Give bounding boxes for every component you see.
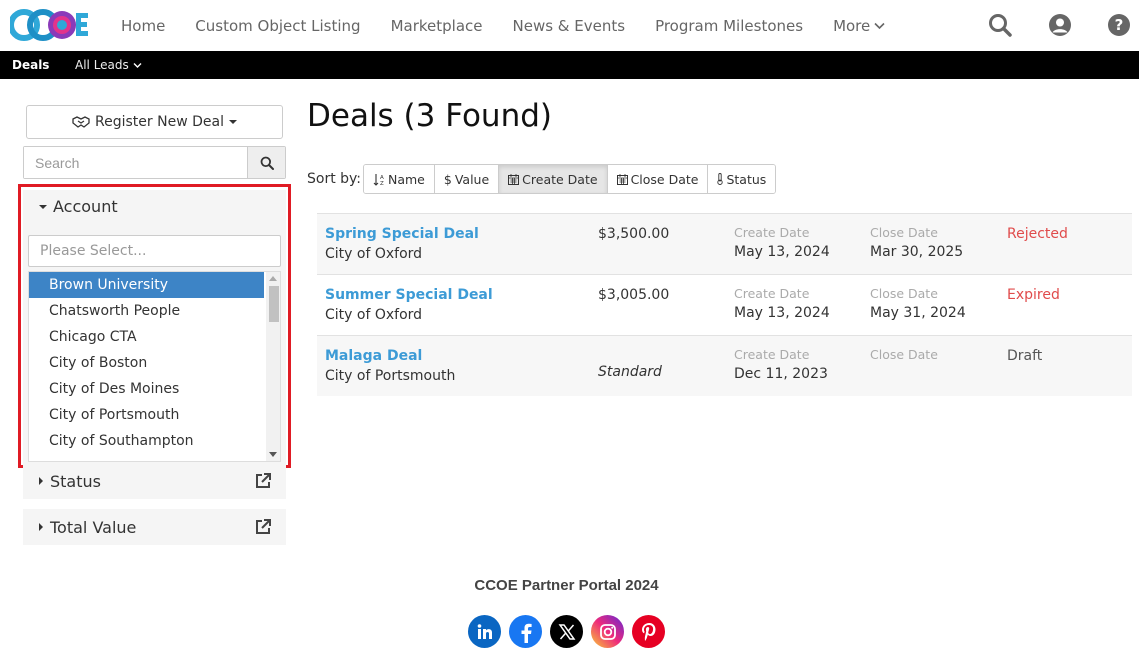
thermometer-icon [717, 173, 724, 185]
subnav-all-leads-label: All Leads [75, 58, 129, 72]
sort-name-button[interactable]: AZ Name [364, 165, 435, 193]
register-new-deal-button[interactable]: Register New Deal [26, 105, 283, 139]
subnav-all-leads[interactable]: All Leads [75, 51, 142, 79]
deal-account: City of Oxford [325, 246, 423, 262]
deal-value: $3,500.00 [598, 226, 670, 242]
sort-value-button[interactable]: $ Value [434, 165, 500, 193]
sort-status-button[interactable]: Status [708, 165, 776, 193]
close-date-label: Close Date [870, 286, 938, 301]
caret-right-icon [39, 523, 43, 531]
calendar-icon [508, 173, 520, 185]
chevron-down-icon [133, 63, 142, 68]
deal-name-link[interactable]: Summer Special Deal [325, 287, 493, 303]
nav-more-label: More [833, 16, 871, 35]
footer-copyright: CCOE Partner Portal 2024 [474, 577, 659, 594]
create-date-value: May 13, 2024 [734, 244, 830, 260]
nav-news-events[interactable]: News & Events [513, 17, 626, 35]
deal-value: $3,005.00 [598, 287, 670, 303]
sort-status-label: Status [726, 171, 767, 187]
subnav-deals[interactable]: Deals [12, 51, 49, 79]
create-date-label: Create Date [734, 225, 810, 240]
deal-tier: Standard [598, 364, 662, 380]
create-date-label: Create Date [734, 286, 810, 301]
deal-status: Expired [1007, 287, 1060, 303]
calendar-icon [616, 173, 628, 185]
sub-navbar: Deals All Leads [0, 51, 1139, 79]
search-button[interactable] [247, 147, 285, 178]
create-date-value: May 13, 2024 [734, 305, 830, 321]
nav-home[interactable]: Home [121, 17, 165, 35]
caret-down-icon [228, 120, 237, 124]
dollar-icon: $ [443, 171, 452, 187]
sort-name-label: Name [388, 171, 425, 187]
sort-button-group: AZ Name $ Value Create Date Close Date S… [363, 164, 777, 194]
deals-list: Spring Special Deal City of Oxford $3,50… [317, 213, 1132, 396]
highlight-annotation-box [18, 184, 291, 468]
sidebar-search [23, 146, 286, 179]
status-filter-label: Status [50, 471, 101, 491]
close-date-value: Mar 30, 2025 [870, 244, 964, 260]
deal-name-link[interactable]: Spring Special Deal [325, 226, 479, 242]
close-date-label: Close Date [870, 347, 938, 362]
register-new-deal-label: Register New Deal [95, 114, 224, 130]
sort-close-date-label: Close Date [630, 171, 699, 187]
status-filter-panel[interactable]: Status [23, 463, 286, 499]
svg-text:Z: Z [380, 181, 384, 186]
create-date-value: Dec 11, 2023 [734, 366, 828, 382]
deal-row[interactable]: Spring Special Deal City of Oxford $3,50… [317, 213, 1132, 274]
ccoe-logo[interactable] [8, 4, 90, 46]
sort-by-label: Sort by: [307, 171, 362, 187]
nav-more-dropdown[interactable]: More [833, 17, 885, 35]
help-icon[interactable]: ? [1107, 13, 1131, 37]
svg-text:?: ? [1115, 16, 1124, 34]
facebook-icon[interactable] [509, 615, 542, 648]
linkedin-icon[interactable] [468, 615, 501, 648]
search-icon [260, 156, 274, 170]
pinterest-icon[interactable] [632, 615, 665, 648]
deal-row[interactable]: Malaga Deal City of Portsmouth Standard … [317, 335, 1132, 396]
external-link-icon[interactable] [254, 518, 272, 536]
nav-marketplace[interactable]: Marketplace [391, 17, 483, 35]
sort-create-date-label: Create Date [522, 171, 598, 187]
top-navbar: Home Custom Object Listing Marketplace N… [0, 0, 1139, 51]
total-value-filter-panel[interactable]: Total Value [23, 509, 286, 545]
handshake-icon [72, 116, 90, 128]
page-title: Deals (3 Found) [307, 98, 552, 134]
close-date-value: May 31, 2024 [870, 305, 966, 321]
total-value-filter-label: Total Value [50, 517, 137, 537]
chevron-down-icon [874, 22, 885, 29]
sort-alpha-icon: AZ [373, 173, 384, 186]
sort-value-label: Value [454, 171, 490, 187]
caret-right-icon [39, 477, 43, 485]
search-icon[interactable] [988, 13, 1012, 37]
instagram-icon[interactable] [591, 615, 624, 648]
search-input[interactable] [24, 147, 247, 178]
nav-custom-object-listing[interactable]: Custom Object Listing [195, 17, 360, 35]
user-account-icon[interactable] [1048, 13, 1072, 37]
sort-close-date-button[interactable]: Close Date [607, 165, 709, 193]
sort-create-date-button[interactable]: Create Date [499, 165, 608, 193]
nav-program-milestones[interactable]: Program Milestones [655, 17, 803, 35]
x-icon[interactable] [550, 615, 583, 648]
deal-name-link[interactable]: Malaga Deal [325, 348, 422, 364]
deal-account: City of Oxford [325, 307, 423, 323]
create-date-label: Create Date [734, 347, 810, 362]
deal-status: Draft [1007, 348, 1043, 364]
close-date-label: Close Date [870, 225, 938, 240]
external-link-icon[interactable] [254, 472, 272, 490]
deal-account: City of Portsmouth [325, 368, 456, 384]
deal-row[interactable]: Summer Special Deal City of Oxford $3,00… [317, 274, 1132, 335]
deal-status: Rejected [1007, 226, 1068, 242]
